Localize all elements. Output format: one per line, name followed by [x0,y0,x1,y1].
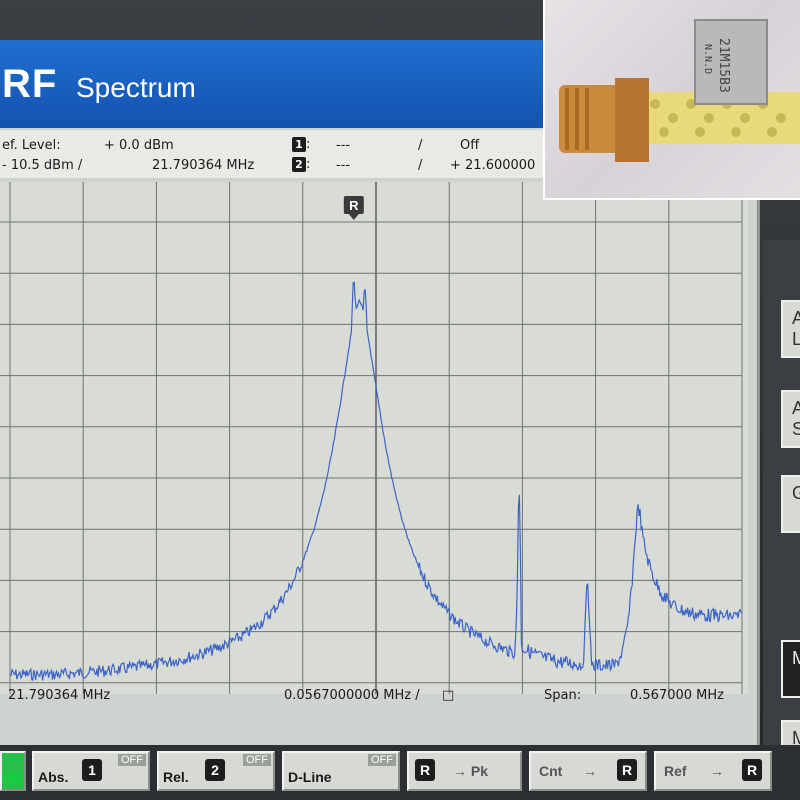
softkey-rel[interactable]: Rel. 2 OFF [157,751,275,791]
div-icon: □ [442,688,455,703]
can-label-2: N.N.D [702,44,713,74]
softkey-cnt-to-r[interactable]: Cnt → R [529,751,647,791]
can-label-1: 21M15B3 [716,38,731,93]
marker1-indicator: 1: [292,137,310,152]
marker-r-pointer [348,214,359,220]
ref-marker-icon: R [415,759,435,781]
dline-off-badge: OFF [368,754,396,766]
marker2-value: --- [336,158,351,173]
softkey-ref-to-r[interactable]: Ref → R [654,751,772,791]
marker2-frequency: + 21.600000 [450,158,536,173]
connector-flange [615,78,649,162]
softkey-dline[interactable]: D-Line OFF [282,751,400,791]
plot-grid [0,182,743,694]
frequency-per-div: 0.0567000000 MHz / [284,688,420,703]
marker1-icon: 1 [82,759,102,781]
marker1-state: Off [460,138,480,153]
ref-marker-icon: R [742,759,762,781]
softkey-abs[interactable]: Abs. 1 OFF [32,751,150,791]
marker1-slash: / [418,138,423,153]
marker-r-label: R [349,198,359,213]
resonator-photo-inset: 21M15B3 N.N.D [543,0,800,200]
softkey-r-to-pk[interactable]: R → Pk [407,751,522,791]
rel-off-badge: OFF [243,754,271,766]
marker1-value: --- [336,138,351,153]
abs-off-badge: OFF [118,754,146,766]
marker2-indicator: 2: [292,157,310,172]
span-value: 0.567000 MHz [630,688,724,703]
right-softkey-1[interactable]: A L [781,300,800,358]
right-softkey-4[interactable]: M [781,640,800,698]
analyzer-device: RF Spectrum ef. Level: + 0.0 dBm 1: --- … [0,0,800,800]
frequency-axis-bar: 21.790364 MHz 0.0567000000 MHz / □ Span:… [0,688,748,714]
right-softkey-panel: A L A S G M M [763,240,800,778]
marker-frequency: 21.790364 MHz [152,158,255,173]
app-title: Spectrum [76,72,196,103]
ref-level-label: ef. Level: [2,138,61,153]
crystal-filter-photo: 21M15B3 N.N.D [559,19,800,162]
spectrum-plot[interactable]: R [0,182,748,694]
marker-r-badge: R [343,196,364,220]
marker2-slash: / [418,158,423,173]
ref-level-value: + 0.0 dBm [104,138,174,153]
softkey-bar: ON Abs. 1 OFF Rel. 2 OFF D-Line OFF R → … [0,745,800,800]
start-frequency: 21.790364 MHz [8,688,111,703]
marker-level: - 10.5 dBm / [2,158,83,173]
span-label: Span: [544,688,582,703]
right-softkey-2[interactable]: A S [781,390,800,448]
brand-title: RF [2,62,58,106]
right-softkey-3[interactable]: G [781,475,800,533]
marker2-icon: 2 [205,759,225,781]
spectrum-svg: R [0,182,743,694]
softkey-on[interactable]: ON [0,751,26,791]
ref-marker-icon: R [617,759,637,781]
